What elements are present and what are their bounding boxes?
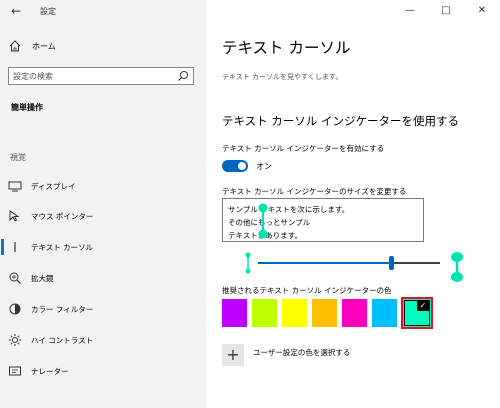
sidebar-item-label: カラー フィルター bbox=[31, 305, 94, 314]
display-icon bbox=[8, 181, 22, 192]
slider-thumb[interactable] bbox=[389, 256, 394, 270]
minimize-icon: — bbox=[405, 5, 415, 16]
custom-color-button[interactable]: + bbox=[222, 344, 244, 366]
section-title: 簡単操作 bbox=[11, 103, 43, 112]
sidebar-item-label: ハイ コントラスト bbox=[31, 336, 94, 345]
text-cursor-icon bbox=[14, 242, 16, 252]
small-size-icon bbox=[245, 252, 251, 274]
custom-color-label[interactable]: ユーザー設定の色を選択する bbox=[253, 347, 350, 358]
color-swatch-magenta[interactable] bbox=[342, 299, 367, 327]
size-slider-graphic bbox=[245, 252, 463, 282]
title-bar: ← 設定 bbox=[0, 0, 206, 22]
section-heading: テキスト カーソル インジケーターを使用する bbox=[222, 114, 459, 128]
group-label-vision: 視覚 bbox=[10, 153, 26, 162]
sidebar-item-label: マウス ポインター bbox=[31, 212, 94, 221]
close-button[interactable]: ✕ bbox=[464, 0, 500, 22]
selection-indicator bbox=[1, 239, 4, 255]
text-cursor-indicator-icon bbox=[258, 203, 268, 239]
home-icon bbox=[9, 40, 21, 52]
back-arrow-icon: ← bbox=[10, 4, 22, 18]
color-swatch-blue[interactable] bbox=[372, 299, 397, 327]
sidebar-item-label: テキスト カーソル bbox=[31, 243, 94, 252]
check-icon: ✓ bbox=[417, 301, 429, 311]
sidebar-item-label: 拡大鏡 bbox=[31, 274, 54, 283]
maximize-button[interactable]: □ bbox=[428, 0, 464, 22]
sidebar-item-mouse-pointer[interactable]: マウス ポインター bbox=[0, 205, 206, 227]
search-input[interactable] bbox=[13, 69, 163, 83]
sidebar-item-text-cursor[interactable]: テキスト カーソル bbox=[0, 236, 206, 258]
color-swatch-orange[interactable] bbox=[312, 299, 337, 327]
size-slider[interactable] bbox=[244, 252, 488, 282]
toggle-state: オン bbox=[256, 162, 272, 171]
sidebar-item-color-filter[interactable]: カラー フィルター bbox=[0, 298, 206, 320]
large-size-icon bbox=[451, 252, 463, 282]
search-icon[interactable] bbox=[177, 70, 189, 82]
sidebar-item-narrator[interactable]: ナレーター bbox=[0, 360, 206, 382]
home-label: ホーム bbox=[32, 42, 56, 51]
magnifier-icon bbox=[9, 272, 21, 284]
size-label: テキスト カーソル インジケーターのサイズを変更する bbox=[222, 187, 407, 196]
high-contrast-icon bbox=[9, 334, 21, 346]
mouse-pointer-icon bbox=[9, 210, 20, 222]
preview-line: サンプル テキストを次に示します。 bbox=[228, 205, 350, 214]
sidebar-item-high-contrast[interactable]: ハイ コントラスト bbox=[0, 329, 206, 351]
indicator-toggle[interactable] bbox=[222, 160, 248, 172]
sidebar-item-label: ナレーター bbox=[31, 367, 69, 376]
color-swatch-lime[interactable] bbox=[252, 299, 277, 327]
page-title: テキスト カーソル bbox=[222, 39, 351, 57]
color-filter-icon bbox=[9, 303, 21, 315]
plus-icon: + bbox=[226, 345, 240, 364]
search-box bbox=[8, 67, 194, 85]
toggle-knob bbox=[238, 162, 246, 170]
sidebar-item-display[interactable]: ディスプレイ bbox=[0, 175, 206, 197]
toggle-label: テキスト カーソル インジケーターを有効にする bbox=[222, 144, 385, 153]
maximize-icon: □ bbox=[441, 5, 451, 16]
app-title: 設定 bbox=[40, 7, 56, 16]
sidebar-item-label: ディスプレイ bbox=[31, 182, 76, 191]
back-button[interactable]: ← bbox=[6, 2, 26, 20]
page-description: テキスト カーソルを見やすくします。 bbox=[222, 73, 343, 81]
close-icon: ✕ bbox=[477, 5, 487, 16]
color-swatch-yellow[interactable] bbox=[282, 299, 307, 327]
minimize-button[interactable]: — bbox=[392, 0, 428, 22]
colors-label: 推奨されるテキスト カーソル インジケーターの色 bbox=[222, 286, 392, 295]
color-swatch-purple[interactable] bbox=[222, 299, 247, 327]
sidebar-item-magnifier[interactable]: 拡大鏡 bbox=[0, 267, 206, 289]
color-swatch-teal[interactable]: ✓ bbox=[401, 297, 433, 329]
settings-window: ← 設定 ホーム 簡単操作 視覚 ディスプレイ bbox=[0, 0, 500, 408]
home-link[interactable]: ホーム bbox=[0, 38, 206, 56]
preview-box: サンプル テキストを次に示します。 その他にもっとサンプル テキストがあります。 bbox=[222, 198, 424, 242]
sidebar: ← 設定 ホーム 簡単操作 視覚 ディスプレイ bbox=[0, 0, 206, 408]
narrator-icon bbox=[9, 366, 21, 376]
main-content: — □ ✕ テキスト カーソル テキスト カーソルを見やすくします。 テキスト … bbox=[206, 0, 500, 408]
